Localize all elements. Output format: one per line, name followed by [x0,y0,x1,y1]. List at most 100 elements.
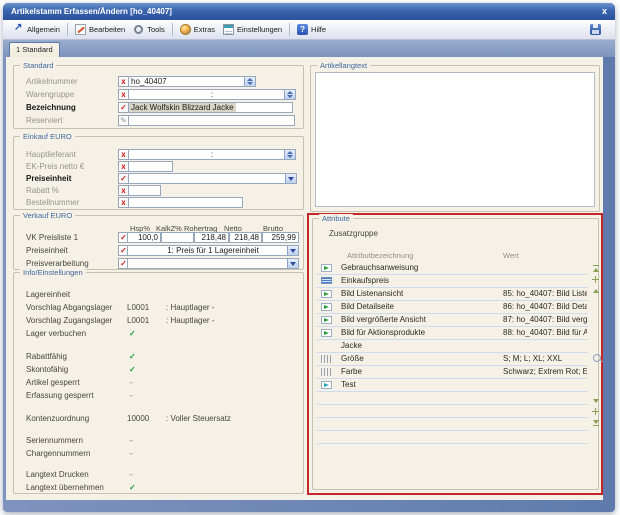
field-label: VK Preisliste 1 [26,233,78,242]
group-attribute: Attribute Zusatzgruppe Attributbezeichnu… [312,218,599,490]
group-title: Info/Einstellungen [20,268,86,277]
gear-icon [133,24,144,35]
info-label: Langtext Drucken [26,470,89,479]
app-window: Artikelstamm Erfassen/Ändern [ho_40407] … [3,3,615,512]
dropdown-button[interactable] [285,174,296,183]
reserviert-input[interactable] [128,115,295,126]
dropdown-button[interactable] [287,246,298,255]
form-area: Standard Artikelnummerho_40407Warengrupp… [6,57,603,500]
menu-item-einstellungen[interactable]: Einstellungen [223,24,282,35]
group-verkauf: Verkauf EURO Hsp%KalkZ%RohertragNettoBru… [13,215,304,270]
group-langtext: Artikellangtext [310,65,600,212]
attribute-row[interactable] [317,418,588,431]
scroll-to-top-icon[interactable] [592,265,600,273]
menu-item-tools[interactable]: Tools [133,24,165,35]
scroll-add-top-icon[interactable] [592,276,600,284]
tab-standard[interactable]: 1 Standard [9,42,60,57]
preisverarbeitung-input[interactable] [127,258,299,269]
info-label: Langtext übernehmen [26,483,104,492]
price-field[interactable]: 218,48 [229,232,262,243]
field-label: Preiseinheit [26,246,68,255]
info-row: Erfassung gesperrt-- [14,391,303,401]
menu-item-bearbeiten[interactable]: Bearbeiten [75,24,125,35]
close-button[interactable]: x [602,3,607,20]
toolbar-separator [172,23,173,36]
preiseinheit-vk-input[interactable]: 1: Preis für 1 Lagereinheit [127,245,299,256]
save-button[interactable] [590,24,601,35]
edit-icon [75,24,86,35]
group-standard: Standard Artikelnummerho_40407Warengrupp… [13,65,304,129]
menu-item-allgemein[interactable]: Allgemein [13,24,60,35]
ekpreis-input[interactable] [128,161,173,172]
scroll-to-bottom-icon[interactable] [592,419,600,427]
spinner-button[interactable] [284,90,295,99]
info-label: Vorschlag Zugangslager [26,316,112,325]
money-icon [321,277,332,284]
warengruppe-input[interactable]: : [128,89,296,100]
attribute-row[interactable]: Test [317,379,588,392]
menu-item-label: Hilfe [311,25,326,34]
price-value: 218,48 [195,233,228,242]
attribute-table-header: Attributbezeichnung Wert [313,251,598,260]
attribute-row[interactable]: Bild Listenansicht85: ho_40407: Bild Lis… [317,288,588,301]
group-einkauf: Einkauf EURO Hauptlieferant:EK-Preis net… [13,136,304,210]
attribute-row[interactable]: Bild Detailseite86: ho_40407: Bild Detai… [317,301,588,314]
info-label: Rabattfähig [26,352,67,361]
magnifier-icon[interactable] [593,354,601,362]
help-icon [297,24,308,35]
arrow-up-right-icon [13,24,24,35]
field-row-ekpreis: EK-Preis netto € [14,161,303,173]
field-label: EK-Preis netto € [26,162,84,171]
langtext-textarea[interactable] [315,72,595,207]
artikelnummer-input[interactable]: ho_40407 [128,76,256,87]
preiseinheit-ek-input[interactable] [128,173,297,184]
field-label: Bezeichnung [26,103,76,112]
scroll-up-icon[interactable] [592,287,600,295]
bezeichnung-input[interactable]: Jack Wolfskin Blizzard Jacke [128,102,293,113]
menu-item-extras[interactable]: Extras [180,24,215,35]
attribute-row[interactable]: GrößeS; M; L; XL; XXL [317,353,588,366]
hauptlieferant-input[interactable]: : [128,149,296,160]
attribute-row[interactable]: Gebrauchsanweisung [317,262,588,275]
settings-icon [223,24,234,35]
column-header-value: Wert [503,251,519,260]
check-mark: ✓ [129,483,136,492]
attribute-list: GebrauchsanweisungEinkaufspreisBild List… [317,262,588,444]
spinner-button[interactable] [284,150,295,159]
bars-icon [321,355,331,363]
scroll-add-bottom-icon[interactable] [592,408,600,416]
attribute-row[interactable] [317,392,588,405]
dash-mark: -- [129,378,132,387]
window-title: Artikelstamm Erfassen/Ändern [ho_40407] [11,7,172,16]
bestellnummer-input[interactable] [128,197,243,208]
info-label: Kontenzuordnung [26,414,89,423]
attribute-row[interactable]: Einkaufspreis [317,275,588,288]
toolbar-separator [289,23,290,36]
attribute-row[interactable]: FarbeSchwarz; Extrem Rot; Extre [317,366,588,379]
group-title: Standard [20,61,56,70]
attribute-value: 87: ho_40407: Bild vergröße [503,315,587,324]
price-field[interactable]: 218,48 [194,232,229,243]
attribute-name: Test [341,380,356,389]
price-field[interactable] [161,232,194,243]
attribute-row[interactable] [317,405,588,418]
bars-icon [321,368,331,376]
attribute-row[interactable]: Jacke [317,340,588,353]
spinner-button[interactable] [244,77,255,86]
menu-item-label: Allgemein [27,25,60,34]
price-field[interactable]: 259,99 [262,232,299,243]
price-field[interactable]: 100,0 [127,232,161,243]
info-row: Seriennummern-- [14,436,303,446]
field-label: Warengruppe [26,90,74,99]
attribute-row[interactable]: Bild vergrößerte Ansicht87: ho_40407: Bi… [317,314,588,327]
menu-item-hilfe[interactable]: Hilfe [297,24,326,35]
attribute-row[interactable] [317,431,588,444]
attribute-row[interactable]: Bild für Aktionsprodukte88: ho_40407: Bi… [317,327,588,340]
field-row-vk-preisliste: VK Preisliste 1 100,0218,48218,48259,99 [14,232,303,244]
attribute-value: 86: ho_40407: Bild Detailseit [503,302,587,311]
scroll-down-icon[interactable] [592,397,600,405]
info-code: L0001 [127,303,149,312]
dropdown-button[interactable] [287,259,298,268]
rabatt-input[interactable] [128,185,161,196]
menubar: Allgemein Bearbeiten Tools Extras Einstellun… [3,20,615,40]
